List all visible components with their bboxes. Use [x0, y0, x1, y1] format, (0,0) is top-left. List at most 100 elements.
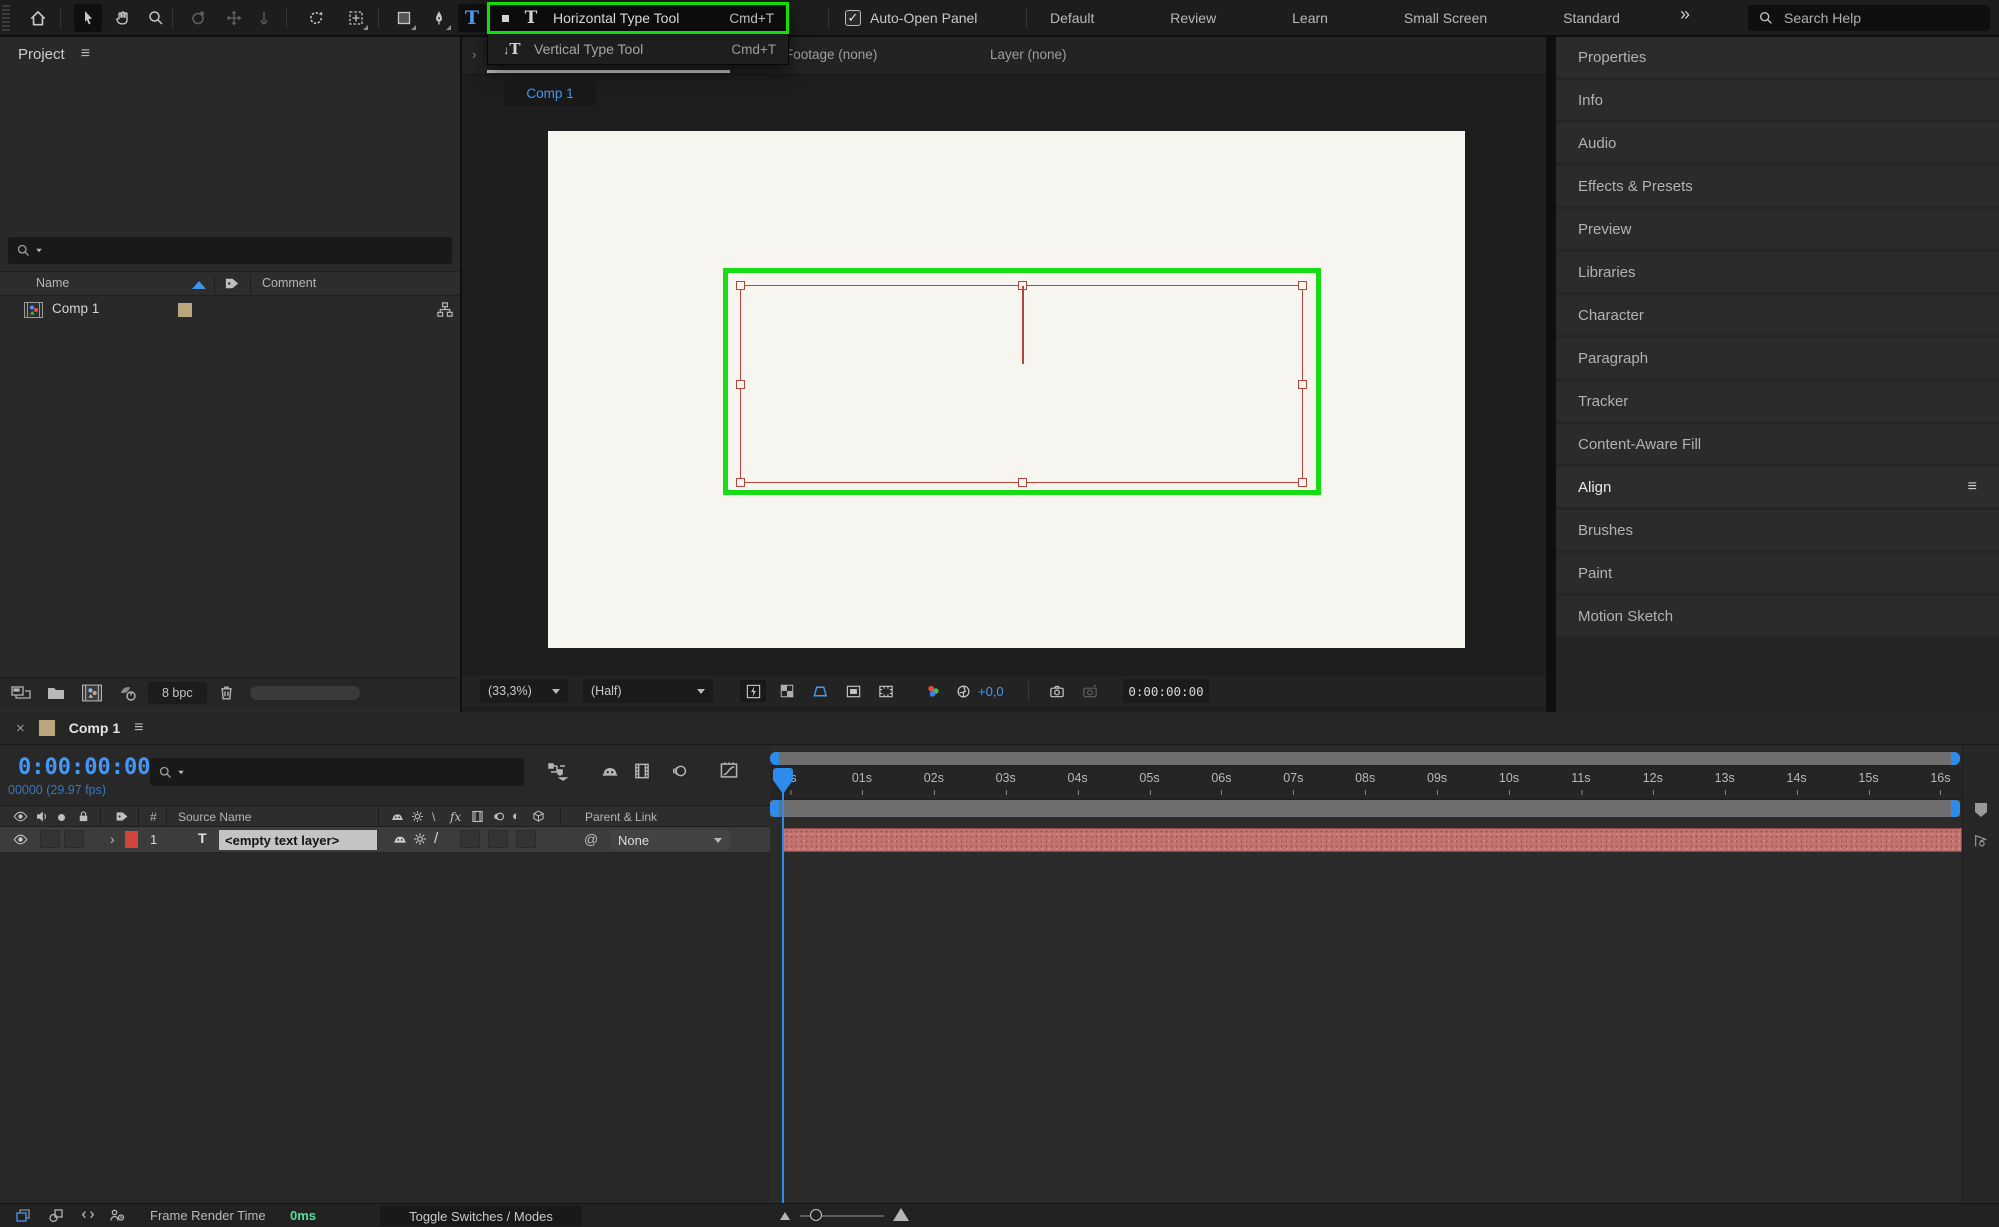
menu-item-vertical-type-tool[interactable]: ↓T Vertical Type Tool Cmd+T — [487, 34, 789, 65]
resize-handle-bottom-center[interactable] — [1018, 478, 1027, 487]
bit-depth-button[interactable]: 8 bpc — [148, 681, 207, 704]
sidebar-panel-audio[interactable]: Audio — [1556, 123, 1999, 163]
exposure-offset-value[interactable]: +0,0 — [978, 684, 1004, 699]
layer-name-field[interactable]: <empty text layer> — [219, 830, 377, 850]
viewer-comp-tab[interactable]: Comp 1 — [504, 80, 596, 106]
trash-icon[interactable] — [217, 683, 236, 702]
project-search-box[interactable] — [8, 237, 452, 264]
sidebar-panel-info[interactable]: Info — [1556, 80, 1999, 120]
sidebar-panel-libraries[interactable]: Libraries — [1556, 252, 1999, 292]
sidebar-panel-preview[interactable]: Preview — [1556, 209, 1999, 249]
sidebar-panel-tracker[interactable]: Tracker — [1556, 381, 1999, 421]
navigator-start-handle[interactable] — [770, 752, 779, 765]
tab-layer[interactable]: Layer (none) — [990, 47, 1067, 62]
layer-label-swatch[interactable] — [125, 831, 138, 848]
layer-number-column[interactable]: # — [150, 810, 157, 824]
sidebar-panel-content-aware-fill[interactable]: Content-Aware Fill — [1556, 424, 1999, 464]
current-timecode[interactable]: 0:00:00:00 — [18, 755, 150, 780]
sidebar-panel-motion-sketch[interactable]: Motion Sketch — [1556, 596, 1999, 636]
rotation-tool[interactable] — [302, 4, 330, 32]
resize-handle-middle-left[interactable] — [736, 380, 745, 389]
resolution-dropdown[interactable]: (Half) — [583, 679, 713, 703]
hand-tool[interactable] — [108, 4, 136, 32]
work-area-end-handle[interactable] — [1951, 800, 1960, 817]
workspace-tab-default[interactable]: Default — [1042, 6, 1102, 30]
close-icon[interactable]: × — [16, 720, 25, 737]
solo-cell[interactable] — [64, 830, 84, 848]
parent-pickwhip-icon[interactable]: @ — [584, 831, 598, 847]
toggle-switches-modes-button[interactable]: Toggle Switches / Modes — [380, 1206, 582, 1226]
item-label-swatch[interactable] — [178, 303, 192, 317]
sidebar-panel-brushes[interactable]: Brushes — [1556, 510, 1999, 550]
project-item-name[interactable]: Comp 1 — [52, 301, 99, 316]
layer-row[interactable]: › 1 T <empty text layer> / @ None — [0, 827, 770, 853]
effects-cell[interactable] — [460, 830, 480, 848]
resize-handle-middle-right[interactable] — [1298, 380, 1307, 389]
zoom-tool[interactable] — [142, 4, 170, 32]
resize-handle-bottom-left[interactable] — [736, 478, 745, 487]
workspace-overflow-chevron[interactable]: » — [1680, 4, 1690, 25]
parent-link-column[interactable]: Parent & Link — [585, 810, 657, 824]
label-column-icon[interactable] — [224, 275, 241, 292]
expand-layer-switches-icon[interactable] — [12, 1206, 34, 1226]
frame-blend-cell[interactable] — [488, 830, 508, 848]
help-search-box[interactable] — [1748, 5, 1990, 31]
motion-blur-icon[interactable] — [668, 761, 688, 781]
selection-tool[interactable] — [74, 4, 102, 32]
expander-chevron-icon[interactable]: › — [110, 831, 115, 847]
timeline-navigator-bar[interactable] — [770, 752, 1960, 765]
layer-rasterize-icon[interactable] — [412, 831, 428, 847]
navigator-end-handle[interactable] — [1951, 752, 1960, 765]
auto-open-panel-control[interactable]: ✓ Auto-Open Panel — [845, 0, 977, 36]
help-search-input[interactable] — [1784, 10, 1964, 26]
render-time-pane-icon[interactable] — [106, 1206, 128, 1226]
pen-tool[interactable] — [425, 4, 453, 32]
comp-button-icon[interactable] — [1972, 833, 1990, 849]
workspace-tab-review[interactable]: Review — [1162, 6, 1224, 30]
name-column-header[interactable]: Name — [36, 276, 69, 290]
toolbar-grip[interactable] — [2, 5, 10, 31]
frame-blending-icon[interactable] — [632, 761, 652, 781]
timeline-tab-label[interactable]: Comp 1 — [69, 720, 120, 736]
home-button[interactable] — [24, 4, 52, 32]
work-area-start-handle[interactable] — [770, 800, 779, 817]
mini-flowchart-icon[interactable] — [548, 761, 572, 781]
panel-menu-icon[interactable]: ≡ — [134, 719, 143, 737]
viewer-timecode[interactable]: 0:00:00:00 — [1123, 679, 1209, 703]
timeline-zoom-slider-knob[interactable] — [810, 1209, 822, 1221]
orbit-camera-tool[interactable] — [184, 4, 212, 32]
tab-overflow-chevron-icon[interactable]: › — [472, 47, 476, 62]
shy-toggle-icon[interactable] — [600, 761, 620, 781]
dolly-camera-tool[interactable] — [250, 4, 278, 32]
new-composition-icon[interactable] — [82, 684, 102, 702]
resize-handle-top-left[interactable] — [736, 281, 745, 290]
sidebar-panel-properties[interactable]: Properties — [1556, 37, 1999, 77]
zoom-in-mountain-icon[interactable] — [893, 1208, 909, 1221]
menu-item-horizontal-type-tool[interactable]: T Horizontal Type Tool Cmd+T — [487, 2, 789, 34]
project-item-row[interactable]: Comp 1 — [0, 296, 460, 324]
auto-open-checkbox[interactable]: ✓ — [845, 10, 861, 26]
layer-quality-icon[interactable]: / — [434, 830, 438, 847]
mask-visibility-icon[interactable] — [807, 680, 833, 702]
column-separator[interactable] — [214, 275, 215, 294]
column-separator[interactable] — [250, 275, 251, 294]
resize-handle-bottom-right[interactable] — [1298, 478, 1307, 487]
text-box-outline[interactable] — [736, 281, 1307, 487]
current-time-indicator-line[interactable] — [782, 770, 784, 1203]
parent-dropdown[interactable]: None — [610, 830, 730, 850]
transparency-grid-icon[interactable] — [774, 680, 800, 702]
composition-canvas[interactable] — [548, 131, 1465, 648]
grid-guides-icon[interactable] — [873, 680, 899, 702]
pan-behind-tool[interactable] — [342, 4, 370, 32]
show-snapshot-icon[interactable] — [1077, 680, 1103, 702]
timeline-search-box[interactable] — [150, 758, 524, 786]
workspace-tab-small-screen[interactable]: Small Screen — [1396, 6, 1495, 30]
comp-marker-bin-icon[interactable] — [1972, 801, 1990, 819]
source-name-column[interactable]: Source Name — [178, 810, 251, 824]
time-ruler[interactable]: 0s01s02s03s04s05s06s07s08s09s10s11s12s13… — [770, 765, 1962, 800]
work-area-bar[interactable] — [770, 800, 1960, 817]
transfer-controls-icon[interactable] — [45, 1206, 67, 1226]
current-time-indicator-handle[interactable] — [773, 768, 793, 794]
horizontal-scrollbar[interactable] — [249, 685, 360, 700]
audio-cell[interactable] — [40, 830, 60, 848]
